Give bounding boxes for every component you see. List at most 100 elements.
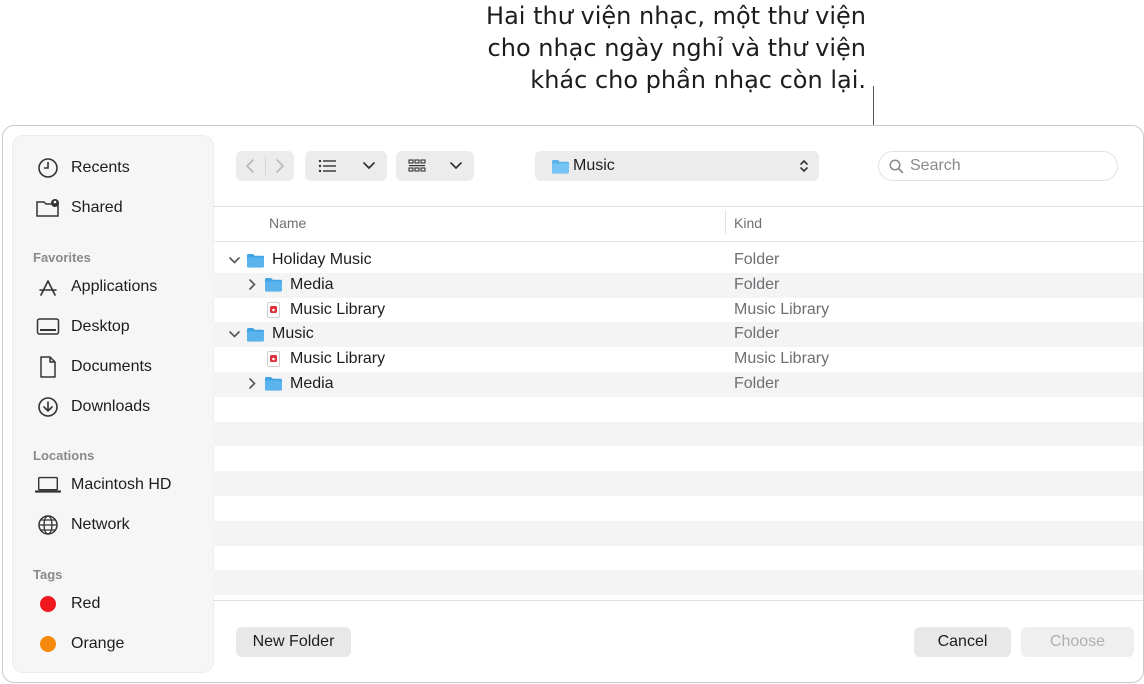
callout-line-1: Hai thư viện nhạc, một thư viện — [486, 2, 866, 30]
column-header-name[interactable]: Name — [269, 215, 306, 231]
sidebar-item-macintosh-hd[interactable]: Macintosh HD — [35, 470, 171, 500]
sidebar-item-shared[interactable]: Shared — [35, 193, 123, 223]
open-dialog-window: Recents Shared Favorites Applications De… — [2, 125, 1144, 683]
sidebar-item-label: Macintosh HD — [71, 476, 172, 493]
sidebar-item-downloads[interactable]: Downloads — [35, 392, 150, 422]
callout-text: Hai thư viện nhạc, một thư viện cho nhạc… — [406, 0, 866, 96]
chevron-down-icon — [362, 162, 375, 170]
sidebar-item-recents[interactable]: Recents — [35, 153, 130, 183]
sidebar-item-network[interactable]: Network — [35, 510, 130, 540]
column-header-kind[interactable]: Kind — [734, 215, 762, 231]
sidebar-item-label: Orange — [71, 635, 125, 652]
folder-icon — [247, 253, 264, 267]
globe-icon — [35, 514, 61, 536]
chevron-down-icon — [450, 162, 462, 170]
document-icon — [35, 356, 61, 378]
forward-button[interactable] — [266, 151, 295, 181]
list-view-button[interactable] — [305, 151, 387, 181]
toolbar-divider — [213, 206, 1143, 207]
chevron-right-icon[interactable] — [244, 279, 260, 291]
empty-row — [213, 546, 1143, 571]
file-kind: Folder — [734, 374, 780, 392]
sidebar-item-applications[interactable]: Applications — [35, 272, 157, 302]
clock-icon — [35, 157, 61, 179]
empty-row — [213, 496, 1143, 521]
sidebar-item-label: Shared — [71, 199, 123, 216]
sidebar-item-label: Applications — [71, 278, 158, 295]
group-view-button[interactable] — [396, 151, 474, 181]
file-kind: Folder — [734, 251, 780, 268]
location-label: Music — [573, 157, 615, 174]
favorites-heading: Favorites — [33, 250, 91, 265]
back-forward-control — [236, 151, 294, 181]
callout-line-3: khác cho phần nhạc còn lại. — [530, 66, 866, 94]
search-placeholder: Search — [910, 157, 961, 174]
header-divider — [213, 241, 1143, 242]
sidebar-item-tag-red[interactable]: Red — [35, 589, 100, 619]
music-library-icon — [267, 301, 280, 318]
chevron-right-icon — [275, 159, 284, 173]
search-field[interactable]: Search — [878, 151, 1118, 181]
search-icon — [889, 158, 904, 173]
locations-heading: Locations — [33, 448, 95, 463]
list-icon — [318, 159, 336, 173]
orange-tag-dot — [40, 636, 56, 652]
sidebar-item-tag-orange[interactable]: Orange — [35, 629, 124, 659]
back-button[interactable] — [236, 151, 265, 181]
list-item[interactable]: Media Folder — [213, 272, 1143, 298]
sidebar-item-label: Downloads — [71, 398, 151, 415]
empty-row — [213, 421, 1143, 447]
list-item[interactable]: Music Library Music Library — [213, 298, 1143, 323]
shared-folder-icon — [35, 197, 61, 219]
sidebar-item-label: Red — [71, 595, 101, 612]
footer-divider — [213, 600, 1143, 601]
sidebar-item-label: Recents — [71, 159, 130, 176]
folder-icon — [552, 159, 569, 173]
folder-icon — [247, 327, 264, 342]
callout-line-2: cho nhạc ngày nghỉ và thư viện — [487, 34, 866, 62]
folder-icon — [265, 377, 282, 391]
folder-icon — [265, 278, 282, 292]
sidebar-item-documents[interactable]: Documents — [35, 352, 152, 382]
file-name: Music — [272, 325, 314, 343]
chevron-down-icon[interactable] — [226, 331, 242, 338]
cancel-button[interactable]: Cancel — [914, 627, 1011, 657]
file-kind: Folder — [734, 325, 780, 343]
file-kind: Music Library — [734, 300, 830, 318]
sidebar-item-label: Desktop — [71, 318, 130, 335]
download-icon — [35, 396, 61, 418]
sidebar-item-desktop[interactable]: Desktop — [35, 312, 130, 342]
file-name: Music Library — [290, 350, 386, 368]
file-name: Media — [290, 275, 334, 293]
list-item[interactable]: Media Folder — [213, 371, 1143, 397]
up-down-chevron-icon — [800, 159, 808, 173]
new-folder-button[interactable]: New Folder — [236, 627, 351, 657]
column-divider[interactable] — [725, 210, 726, 234]
file-name: Media — [290, 374, 334, 392]
list-item[interactable]: Music Folder — [213, 322, 1143, 348]
chevron-right-icon[interactable] — [244, 378, 260, 390]
chevron-down-icon[interactable] — [226, 256, 242, 264]
desktop-icon — [35, 316, 61, 338]
list-item[interactable]: Holiday Music Folder — [213, 248, 1143, 273]
chevron-left-icon — [246, 159, 255, 173]
grid-icon — [408, 159, 426, 172]
file-kind: Folder — [734, 275, 780, 293]
file-name: Music Library — [290, 300, 386, 318]
laptop-icon — [35, 474, 61, 496]
empty-row — [213, 397, 1143, 422]
file-name: Holiday Music — [272, 251, 372, 268]
sidebar-item-label: Network — [71, 516, 130, 533]
location-popup[interactable]: Music — [535, 151, 819, 181]
red-tag-dot — [40, 596, 56, 612]
file-list: Holiday Music Folder Media Folder Music … — [213, 248, 1143, 596]
file-kind: Music Library — [734, 350, 830, 368]
list-item[interactable]: Music Library Music Library — [213, 347, 1143, 372]
applications-icon — [35, 276, 61, 298]
empty-row — [213, 520, 1143, 546]
empty-row — [213, 570, 1143, 596]
choose-button[interactable]: Choose — [1021, 627, 1134, 657]
sidebar: Recents Shared Favorites Applications De… — [13, 136, 213, 672]
music-library-icon — [267, 351, 280, 368]
sidebar-item-label: Documents — [71, 358, 152, 375]
